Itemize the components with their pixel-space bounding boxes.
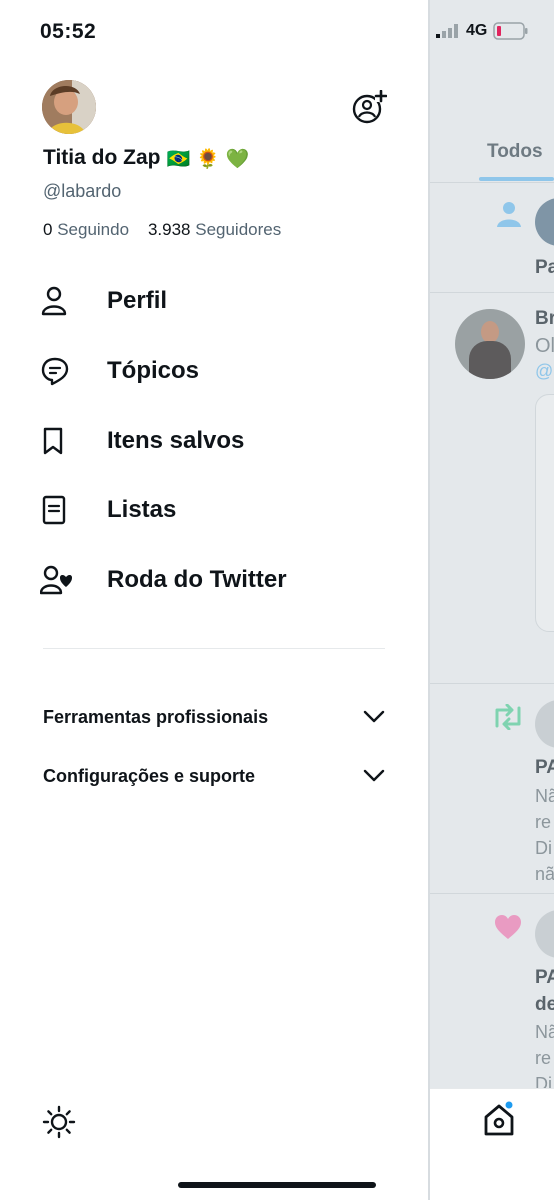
snippet-text: Di (535, 838, 552, 858)
status-time: 05:52 (40, 20, 97, 43)
avatar (535, 700, 554, 748)
tab-indicator (479, 177, 554, 181)
section-label: Ferramentas profissionais (43, 706, 269, 727)
heart-icon (495, 915, 521, 939)
chevron-down-icon (363, 769, 385, 782)
snippet-text: Ol (535, 335, 554, 357)
display-theme-icon[interactable] (42, 1105, 76, 1139)
profile-display-name[interactable]: Titia do Zap 🇧🇷 🌻 💚 (43, 146, 249, 170)
green-heart-emoji: 💚 (225, 147, 250, 170)
menu-item-itens-salvos[interactable]: Itens salvos (40, 416, 410, 466)
snippet-text: de (535, 994, 554, 1015)
snippet-text: PA (535, 757, 554, 778)
profile-handle: @labardo (43, 181, 122, 201)
side-drawer: 05:52 Titia do Zap 🇧🇷 🌻 💚 @labardo 0 Seg… (0, 0, 428, 1200)
battery-icon (493, 22, 528, 40)
avatar (535, 198, 554, 246)
follow-stats: 0 Seguindo 3.938 Seguidores (43, 220, 281, 240)
menu-item-topicos[interactable]: Tópicos (40, 346, 410, 396)
avatar (455, 309, 525, 379)
menu-label: Listas (107, 496, 177, 523)
display-name-text: Titia do Zap (43, 146, 161, 169)
twitter-circle-icon (40, 562, 76, 598)
bookmark-icon (40, 423, 76, 459)
background-timeline: 4G Todos Pa Br Ol @ PA Nã re Di nã PA de… (428, 0, 554, 1200)
media-card (535, 394, 554, 632)
home-icon[interactable] (483, 1101, 515, 1137)
menu-item-perfil[interactable]: Perfil (40, 276, 410, 326)
followers-count: 3.938 (147, 220, 191, 239)
snippet-text: re (535, 1048, 552, 1068)
menu-label: Perfil (107, 287, 168, 314)
network-label: 4G (466, 22, 488, 39)
flag-emoji: 🇧🇷 (166, 147, 191, 170)
section-label: Configurações e suporte (43, 765, 256, 786)
following-label: Seguindo (57, 220, 130, 239)
status-bar-right: 4G (436, 22, 529, 40)
divider (428, 893, 554, 894)
menu-label: Itens salvos (107, 427, 245, 454)
signal-icon (436, 24, 458, 38)
snippet-text: Br (535, 308, 554, 329)
menu-item-listas[interactable]: Listas (40, 485, 410, 535)
divider (428, 182, 554, 183)
add-account-icon[interactable] (351, 90, 387, 126)
bottom-nav (428, 1088, 554, 1200)
snippet-text: Nã (535, 1022, 554, 1042)
following-count: 0 (43, 220, 53, 239)
following-link[interactable]: 0 Seguindo (43, 220, 129, 239)
chevron-down-icon (363, 710, 385, 723)
topics-icon (40, 353, 76, 389)
sunflower-emoji: 🌻 (196, 147, 220, 170)
avatar[interactable] (42, 80, 96, 134)
tab-todos[interactable]: Todos (487, 141, 543, 163)
person-icon (40, 283, 76, 319)
menu-item-roda-do-twitter[interactable]: Roda do Twitter (40, 555, 410, 605)
home-indicator[interactable] (178, 1182, 376, 1188)
snippet-text: @ (535, 361, 554, 381)
list-icon (40, 492, 76, 528)
followers-link[interactable]: 3.938 Seguidores (148, 220, 281, 239)
section-ferramentas-profissionais[interactable]: Ferramentas profissionais (43, 697, 385, 737)
snippet-text: nã (535, 864, 554, 884)
follow-person-icon (497, 202, 521, 227)
menu-label: Tópicos (107, 357, 200, 384)
snippet-text: re (535, 812, 552, 832)
retweet-icon (495, 704, 521, 730)
menu-divider (43, 648, 385, 649)
followers-label: Seguidores (195, 220, 282, 239)
snippet-text: Nã (535, 786, 554, 806)
menu-label: Roda do Twitter (107, 566, 287, 593)
snippet-text: PA (535, 967, 554, 988)
section-configuracoes-e-suporte[interactable]: Configurações e suporte (43, 756, 385, 796)
divider (428, 292, 554, 293)
avatar (535, 910, 554, 958)
divider (428, 683, 554, 684)
snippet-text: Pa (535, 257, 554, 278)
drawer-edge (428, 0, 430, 1200)
